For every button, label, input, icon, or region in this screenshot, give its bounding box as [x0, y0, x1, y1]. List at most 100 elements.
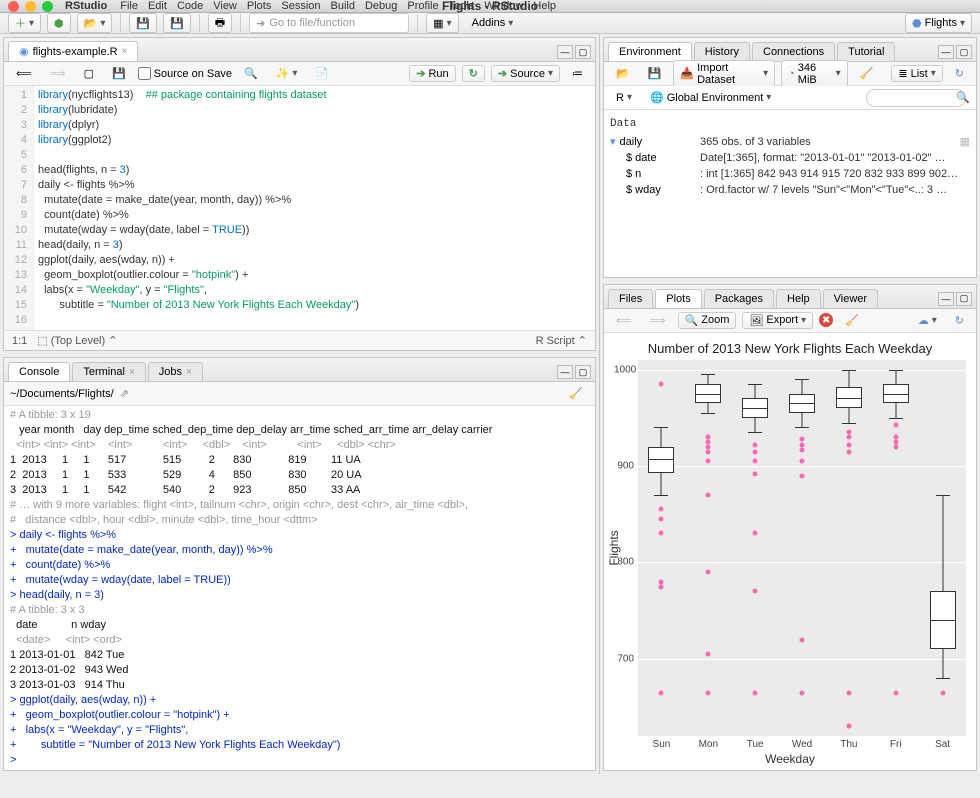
save-workspace-button[interactable]: 💾 — [642, 66, 668, 81]
run-button[interactable]: ➔Run — [409, 65, 455, 82]
maximize-pane-icon[interactable]: ▢ — [575, 45, 591, 59]
minimize-pane-icon[interactable]: — — [557, 45, 573, 59]
folder-icon: 📂 — [616, 67, 630, 80]
plots-toolbar: ⟸ ⟹ 🔍Zoom 🖼Export ▾ ✖ 🧹 ☁▾ ↻ — [604, 309, 976, 333]
new-file-button[interactable]: ＋▾ — [8, 13, 41, 33]
file-type-selector[interactable]: R Script ⌃ — [536, 334, 587, 347]
environment-pane: EnvironmentHistoryConnectionsTutorial—▢ … — [603, 37, 977, 278]
open-file-button[interactable]: 📂▾ — [77, 13, 113, 33]
menu-build[interactable]: Build — [331, 0, 355, 12]
export-plot-button[interactable]: 🖼Export ▾ — [742, 312, 813, 329]
show-in-new-window-button[interactable]: ▢ — [78, 66, 100, 81]
remove-plot-button[interactable]: ✖ — [819, 313, 833, 327]
tab-terminal[interactable]: Terminal × — [72, 362, 145, 381]
zoom-icon: 🔍 — [685, 314, 699, 327]
tab-environment[interactable]: Environment — [608, 42, 692, 61]
env-search-input[interactable] — [866, 89, 966, 107]
minimize-pane-icon[interactable]: — — [557, 365, 573, 379]
source-tab-file[interactable]: ◉flights-example.R× — [8, 41, 138, 61]
maximize-pane-icon[interactable]: ▢ — [956, 45, 972, 59]
tab-jobs[interactable]: Jobs × — [148, 362, 203, 381]
addins-menu[interactable]: Addins ▾ — [465, 13, 521, 33]
publish-button[interactable]: ☁▾ — [912, 313, 943, 328]
next-plot-button[interactable]: ⟹ — [644, 313, 672, 328]
lang-selector[interactable]: R ▾ — [610, 91, 638, 105]
plots-pane: FilesPlotsPackagesHelpViewer —▢ ⟸ ⟹ 🔍Zoom… — [603, 284, 977, 771]
menu-edit[interactable]: Edit — [148, 0, 167, 12]
goto-file-input[interactable]: ➜Go to file/function — [249, 13, 409, 33]
menu-session[interactable]: Session — [281, 0, 320, 12]
prev-plot-button[interactable]: ⟸ — [610, 313, 638, 328]
clear-env-button[interactable]: 🧹 — [854, 66, 880, 81]
save-all-button[interactable]: 💾 — [163, 13, 191, 33]
outline-button[interactable]: ≔ — [566, 66, 589, 81]
new-project-button[interactable]: ⬢ — [47, 13, 71, 33]
view-grid-icon[interactable]: ▦ — [960, 134, 970, 150]
env-object-row[interactable]: ▾daily 365 obs. of 3 variables ▦ — [610, 134, 970, 150]
print-button[interactable]: 🖶 — [208, 13, 232, 33]
grid-icon: ▦ — [433, 17, 443, 30]
import-dataset-button[interactable]: 📥Import Dataset ▾ — [673, 60, 775, 88]
minimize-pane-icon[interactable]: — — [938, 45, 954, 59]
refresh-icon: ↻ — [955, 67, 964, 80]
close-tab-icon[interactable]: × — [129, 367, 135, 378]
globe-icon: 🌐 — [650, 91, 664, 104]
view-mode-button[interactable]: ≣ List ▾ — [891, 65, 942, 82]
compile-report-button[interactable]: 📄 — [309, 66, 335, 81]
minimize-window-icon[interactable] — [25, 1, 36, 12]
load-workspace-button[interactable]: 📂 — [610, 66, 636, 81]
source-button[interactable]: ➔Source ▾ — [491, 65, 560, 82]
tab-console[interactable]: Console — [8, 362, 70, 381]
menu-file[interactable]: File — [120, 0, 138, 12]
expand-icon[interactable]: ▾ — [610, 136, 616, 148]
source-tabbar: ◉flights-example.R× —▢ — [4, 38, 595, 62]
menu-debug[interactable]: Debug — [365, 0, 397, 12]
save-button[interactable]: 💾 — [129, 13, 157, 33]
refresh-plot-button[interactable]: ↻ — [949, 313, 970, 328]
scope-selector[interactable]: ⬚ (Top Level) ⌃ — [37, 334, 117, 347]
app-menu[interactable]: RStudio — [65, 0, 107, 12]
tab-connections[interactable]: Connections — [752, 42, 835, 61]
wand-button[interactable]: ✨▾ — [270, 66, 304, 81]
maximize-pane-icon[interactable]: ▢ — [956, 292, 972, 306]
tab-viewer[interactable]: Viewer — [823, 289, 878, 308]
tab-history[interactable]: History — [694, 42, 750, 61]
menu-code[interactable]: Code — [177, 0, 203, 12]
menu-profile[interactable]: Profile — [407, 0, 438, 12]
tab-packages[interactable]: Packages — [704, 289, 774, 308]
close-tab-icon[interactable]: × — [122, 46, 128, 57]
boxplot-wed — [779, 360, 826, 736]
find-button[interactable]: 🔍 — [238, 66, 264, 81]
clear-plots-button[interactable]: 🧹 — [839, 313, 865, 328]
close-tab-icon[interactable]: × — [186, 367, 192, 378]
rerun-button[interactable]: ↻ — [462, 65, 485, 82]
console-output[interactable]: # A tibble: 3 x 19 year month day dep_ti… — [4, 406, 595, 770]
minimize-pane-icon[interactable]: — — [938, 292, 954, 306]
tab-tutorial[interactable]: Tutorial — [837, 42, 895, 61]
tools-grid-button[interactable]: ▦▾ — [426, 13, 458, 33]
clear-console-button[interactable]: 🧹 — [563, 386, 589, 401]
close-window-icon[interactable] — [8, 1, 19, 12]
tab-plots[interactable]: Plots — [655, 289, 701, 308]
tab-help[interactable]: Help — [776, 289, 821, 308]
console-path-bar: ~/Documents/Flights/⇗ 🧹 — [4, 382, 595, 406]
save-source-button[interactable]: 💾 — [106, 66, 132, 81]
zoom-plot-button[interactable]: 🔍Zoom — [678, 312, 737, 329]
project-menu[interactable]: ⬣ Flights ▾ — [905, 13, 972, 33]
tab-files[interactable]: Files — [608, 289, 653, 308]
memory-button[interactable]: ◔346 MiB ▾ — [781, 60, 848, 88]
fwd-nav-button[interactable]: ⟹ — [44, 66, 72, 81]
path-popup-icon[interactable]: ⇗ — [120, 387, 129, 400]
code-editor[interactable]: 12345678910111213141516 library(nycfligh… — [4, 86, 595, 330]
back-nav-button[interactable]: ⟸ — [10, 66, 38, 81]
source-on-save-check[interactable]: Source on Save — [138, 67, 232, 80]
env-var-row: $ wday: Ord.factor w/ 7 levels "Sun"<"Mo… — [610, 182, 970, 198]
menu-plots[interactable]: Plots — [247, 0, 271, 12]
maximize-pane-icon[interactable]: ▢ — [575, 365, 591, 379]
scope-selector[interactable]: 🌐 Global Environment ▾ — [644, 90, 777, 105]
menu-view[interactable]: View — [213, 0, 237, 12]
fullscreen-window-icon[interactable] — [42, 1, 53, 12]
boxplot-sat — [919, 360, 966, 736]
refresh-env-button[interactable]: ↻ — [949, 66, 970, 81]
xtick: Thu — [825, 736, 872, 750]
